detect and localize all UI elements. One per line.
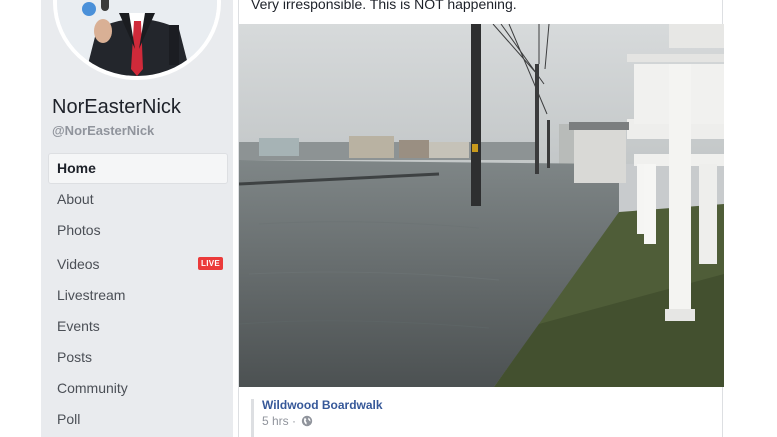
nav-item-label: Videos: [57, 256, 100, 272]
avatar[interactable]: [57, 0, 217, 76]
nav-item-community[interactable]: Community: [48, 373, 228, 404]
avatar-image: [57, 0, 217, 76]
flooded-street-photo: [239, 24, 724, 387]
nav-item-photos[interactable]: Photos: [48, 215, 228, 246]
nav-item-events[interactable]: Events: [48, 311, 228, 342]
profile-picture-frame[interactable]: [53, 0, 221, 80]
post-text: Very irresponsible. This is NOT happenin…: [251, 0, 517, 12]
timestamp-separator: ·: [292, 414, 297, 428]
nav-item-label: Photos: [57, 222, 101, 238]
link-divider: [251, 399, 254, 437]
live-badge: LIVE: [198, 257, 223, 270]
nav-item-about[interactable]: About: [48, 184, 228, 215]
nav-item-label: Livestream: [57, 287, 126, 303]
post-photo[interactable]: [239, 24, 724, 387]
nav-item-poll[interactable]: Poll: [48, 404, 228, 435]
page-nav: Home About Photos Videos LIVE Livestream…: [48, 153, 228, 435]
page-title[interactable]: NorEasterNick: [52, 96, 181, 119]
post-card: Very irresponsible. This is NOT happenin…: [238, 0, 724, 437]
page-sidebar: NorEasterNick @NorEasterNick Home About …: [41, 0, 233, 437]
globe-icon: [302, 415, 313, 427]
page-username[interactable]: @NorEasterNick: [52, 123, 154, 138]
nav-item-label: Posts: [57, 349, 93, 365]
nav-item-home[interactable]: Home: [48, 153, 228, 184]
nav-item-label: About: [57, 191, 94, 207]
post-timestamp[interactable]: 5 hrs ·: [262, 414, 313, 428]
nav-item-videos[interactable]: Videos LIVE: [48, 246, 228, 280]
nav-item-label: Community: [57, 380, 128, 396]
nav-item-livestream[interactable]: Livestream: [48, 280, 228, 311]
link-title[interactable]: Wildwood Boardwalk: [262, 398, 383, 412]
nav-item-label: Home: [57, 160, 96, 176]
nav-item-label: Poll: [57, 411, 81, 427]
nav-item-label: Events: [57, 318, 100, 334]
nav-item-posts[interactable]: Posts: [48, 342, 228, 373]
timestamp-text: 5 hrs: [262, 414, 289, 428]
